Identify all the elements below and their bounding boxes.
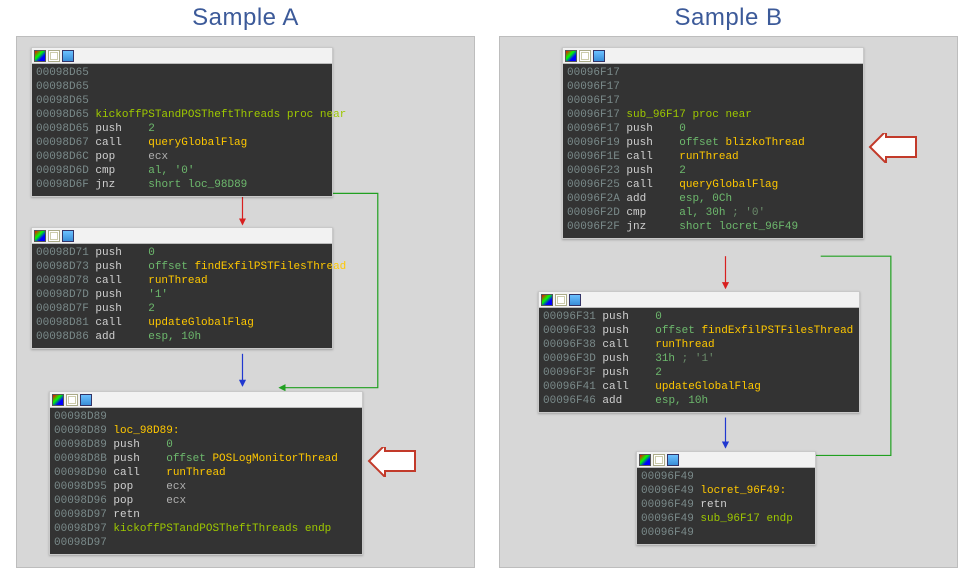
color-icon[interactable]: [52, 394, 64, 406]
code-body: 00096F17 00096F17 00096F17 00096F17 sub_…: [563, 64, 863, 238]
block-titlebar[interactable]: [539, 292, 859, 308]
code-body: 00096F31 push 0 00096F33 push offset fin…: [539, 308, 859, 412]
edit-icon[interactable]: [66, 394, 78, 406]
color-icon[interactable]: [34, 50, 46, 62]
sample-b-block1: 00096F17 00096F17 00096F17 00096F17 sub_…: [562, 47, 864, 239]
window-icon[interactable]: [667, 454, 679, 466]
callout-arrow-b-icon: [868, 133, 920, 163]
edit-icon[interactable]: [653, 454, 665, 466]
sample-b-column: Sample B 00096F17 00096F17 00: [499, 4, 958, 568]
window-icon[interactable]: [569, 294, 581, 306]
edit-icon[interactable]: [48, 230, 60, 242]
callout-arrow-a-icon: [367, 447, 419, 477]
sample-a-block2: 00098D71 push 0 00098D73 push offset fin…: [31, 227, 333, 349]
window-icon[interactable]: [62, 50, 74, 62]
block-titlebar[interactable]: [32, 228, 332, 244]
block-titlebar[interactable]: [50, 392, 362, 408]
sample-b-panel: 00096F17 00096F17 00096F17 00096F17 sub_…: [499, 36, 958, 568]
code-body: 00098D65 00098D65 00098D65 00098D65 kick…: [32, 64, 332, 196]
color-icon[interactable]: [34, 230, 46, 242]
sample-a-block1: 00098D65 00098D65 00098D65 00098D65 kick…: [31, 47, 333, 197]
block-titlebar[interactable]: [32, 48, 332, 64]
sample-b-block2: 00096F31 push 0 00096F33 push offset fin…: [538, 291, 860, 413]
sample-a-panel: 00098D65 00098D65 00098D65 00098D65 kick…: [16, 36, 475, 568]
edit-icon[interactable]: [48, 50, 60, 62]
color-icon[interactable]: [541, 294, 553, 306]
window-icon[interactable]: [80, 394, 92, 406]
edit-icon[interactable]: [579, 50, 591, 62]
code-body: 00098D71 push 0 00098D73 push offset fin…: [32, 244, 332, 348]
main-wrapper: Sample A: [0, 0, 974, 580]
sample-b-title: Sample B: [674, 4, 782, 32]
edit-icon[interactable]: [555, 294, 567, 306]
sample-a-title: Sample A: [192, 4, 299, 32]
window-icon[interactable]: [593, 50, 605, 62]
sample-b-block3: 00096F49 00096F49 locret_96F49: 00096F49…: [636, 451, 816, 545]
code-body: 00096F49 00096F49 locret_96F49: 00096F49…: [637, 468, 815, 544]
sample-a-column: Sample A: [16, 4, 475, 568]
window-icon[interactable]: [62, 230, 74, 242]
color-icon[interactable]: [565, 50, 577, 62]
block-titlebar[interactable]: [563, 48, 863, 64]
sample-a-block3: 00098D89 00098D89 loc_98D89: 00098D89 pu…: [49, 391, 363, 555]
code-body: 00098D89 00098D89 loc_98D89: 00098D89 pu…: [50, 408, 362, 554]
color-icon[interactable]: [639, 454, 651, 466]
block-titlebar[interactable]: [637, 452, 815, 468]
